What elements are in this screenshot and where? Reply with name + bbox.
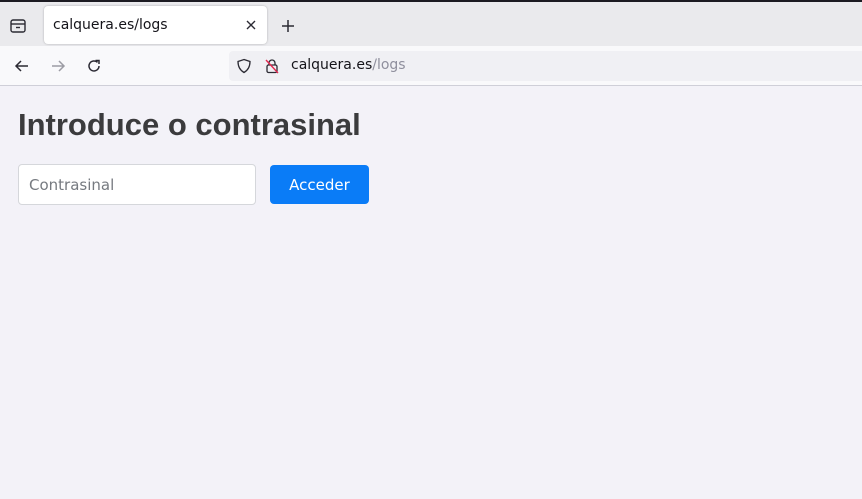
navigation-toolbar: calquera.es/logs xyxy=(0,46,862,86)
plus-icon xyxy=(282,20,294,32)
back-button[interactable] xyxy=(12,56,32,76)
tab-title: calquera.es/logs xyxy=(53,17,168,33)
forward-arrow-icon xyxy=(52,60,66,72)
close-icon xyxy=(246,20,256,30)
shield-icon[interactable] xyxy=(236,58,252,74)
back-arrow-icon xyxy=(14,60,28,72)
url-text[interactable]: calquera.es/logs xyxy=(291,57,406,73)
url-host: calquera.es xyxy=(291,57,373,73)
tab-close-button[interactable] xyxy=(243,17,259,33)
url-path: /logs xyxy=(372,57,406,73)
reload-button[interactable] xyxy=(84,56,104,76)
forward-button[interactable] xyxy=(48,56,68,76)
new-tab-button[interactable] xyxy=(278,16,298,36)
submit-button[interactable]: Acceder xyxy=(270,165,369,204)
page-title: Introduce o contrasinal xyxy=(18,107,361,142)
tab-list-button[interactable] xyxy=(7,15,29,37)
tab-bar: calquera.es/logs xyxy=(0,0,862,46)
password-input[interactable] xyxy=(18,164,256,205)
tab-list-icon xyxy=(10,19,26,33)
address-bar[interactable]: calquera.es/logs xyxy=(229,51,862,81)
active-tab[interactable]: calquera.es/logs xyxy=(44,6,267,44)
insecure-lock-icon[interactable] xyxy=(264,58,280,74)
reload-icon xyxy=(88,59,100,72)
page-content: Introduce o contrasinal Acceder xyxy=(0,87,862,499)
